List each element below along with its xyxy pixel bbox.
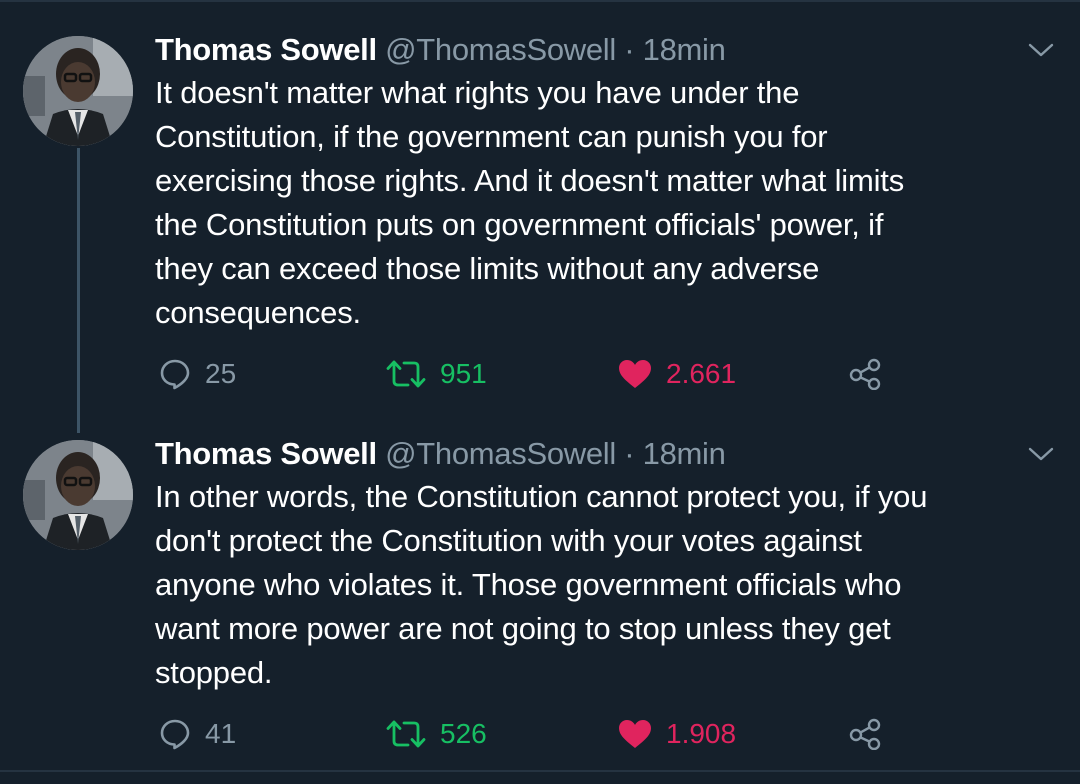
retweet-count: 526 xyxy=(440,718,487,749)
separator-dot: · xyxy=(624,436,635,471)
tweet-1[interactable]: Thomas Sowell @ThomasSowell · 18min It d… xyxy=(0,0,1080,420)
tweet-actions: 41 526 1.908 xyxy=(155,712,915,756)
tweet-text-line: stopped. xyxy=(155,655,273,690)
tweet-text-line: they can exceed those limits without any… xyxy=(155,251,820,286)
chevron-down-icon[interactable] xyxy=(1028,42,1054,58)
retweet-icon xyxy=(386,719,426,749)
reply-count: 41 xyxy=(205,718,237,749)
tweet-text-line: anyone who violates it. Those government… xyxy=(155,567,902,602)
tweet-text-line: don't protect the Constitution with your… xyxy=(155,523,862,558)
like-count: 2.661 xyxy=(666,358,737,389)
tweet-text-line: the Constitution puts on government offi… xyxy=(155,207,884,242)
author-name[interactable]: Thomas Sowell xyxy=(155,32,377,67)
share-button[interactable] xyxy=(848,712,882,756)
like-button[interactable]: 1.908 xyxy=(618,712,736,756)
retweet-count: 951 xyxy=(440,358,487,389)
avatar-photo-icon xyxy=(23,36,133,146)
avatar[interactable] xyxy=(23,36,133,146)
reply-button[interactable]: 25 xyxy=(159,352,236,396)
tweet-header: Thomas Sowell @ThomasSowell · 18min xyxy=(155,432,726,476)
bottom-divider xyxy=(0,770,1080,772)
tweet-text-line: Constitution, if the government can puni… xyxy=(155,119,828,154)
share-button[interactable] xyxy=(848,352,882,396)
reply-bubble-icon xyxy=(159,358,191,390)
like-button[interactable]: 2.661 xyxy=(618,352,736,396)
tweet-text: In other words, the Constitution cannot … xyxy=(155,475,1035,695)
heart-filled-icon xyxy=(618,359,652,389)
retweet-button[interactable]: 526 xyxy=(386,712,487,756)
tweet-header: Thomas Sowell @ThomasSowell · 18min xyxy=(155,28,726,72)
tweet-text-line: exercising those rights. And it doesn't … xyxy=(155,163,904,198)
tweet-text-line: consequences. xyxy=(155,295,361,330)
tweet-text-line: want more power are not going to stop un… xyxy=(155,611,891,646)
separator-dot: · xyxy=(624,32,635,67)
author-handle[interactable]: @ThomasSowell xyxy=(385,436,616,471)
tweet-text-line: It doesn't matter what rights you have u… xyxy=(155,75,800,110)
tweet-actions: 25 951 2.661 xyxy=(155,352,915,396)
chevron-down-icon[interactable] xyxy=(1028,446,1054,462)
reply-button[interactable]: 41 xyxy=(159,712,236,756)
author-name[interactable]: Thomas Sowell xyxy=(155,436,377,471)
avatar-photo-icon xyxy=(23,440,133,550)
tweet-text-line: In other words, the Constitution cannot … xyxy=(155,479,928,514)
share-icon xyxy=(848,718,882,750)
like-count: 1.908 xyxy=(666,718,737,749)
tweet-2[interactable]: Thomas Sowell @ThomasSowell · 18min In o… xyxy=(0,432,1080,770)
avatar[interactable] xyxy=(23,440,133,550)
reply-count: 25 xyxy=(205,358,237,389)
author-handle[interactable]: @ThomasSowell xyxy=(385,32,616,67)
tweet-text: It doesn't matter what rights you have u… xyxy=(155,71,1035,335)
share-icon xyxy=(848,358,882,390)
heart-filled-icon xyxy=(618,719,652,749)
retweet-button[interactable]: 951 xyxy=(386,352,487,396)
retweet-icon xyxy=(386,359,426,389)
timestamp[interactable]: 18min xyxy=(643,436,726,471)
timestamp[interactable]: 18min xyxy=(643,32,726,67)
reply-bubble-icon xyxy=(159,718,191,750)
